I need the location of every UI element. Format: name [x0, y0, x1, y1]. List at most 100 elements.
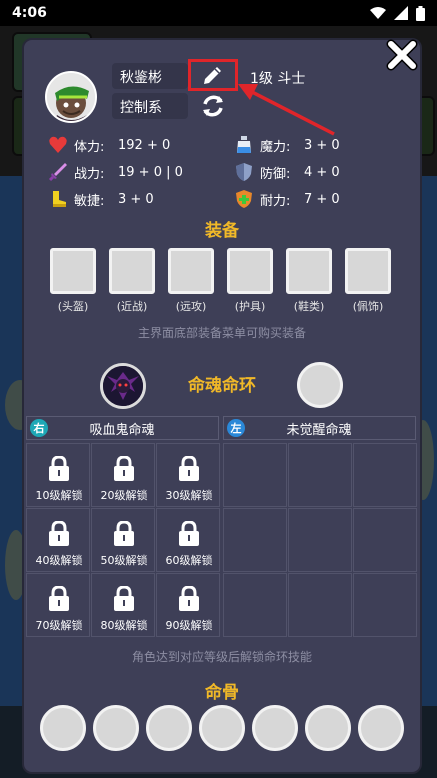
stat-label: 魔力: — [260, 139, 291, 155]
right-soul-name: 吸血鬼命魂 — [89, 422, 155, 438]
boot-icon — [53, 191, 66, 207]
empty-skill-cell — [353, 573, 417, 637]
slot-label-shoes: (鞋类) — [293, 300, 325, 313]
locked-skill-cell[interactable]: 40级解锁 — [26, 508, 90, 572]
lock-icon — [179, 521, 199, 546]
empty-skill-cell — [223, 443, 287, 507]
stat-value: 7 + 0 — [304, 191, 340, 207]
empty-skill-cell — [353, 508, 417, 572]
unlock-level-label: 90级解锁 — [165, 619, 213, 632]
lock-icon — [49, 586, 69, 611]
lock-icon — [114, 456, 134, 481]
equipment-slot-helmet[interactable] — [50, 248, 96, 294]
stat-label: 体力: — [74, 139, 105, 155]
equipment-slot-melee[interactable] — [109, 248, 155, 294]
locked-skill-cell[interactable]: 80级解锁 — [91, 573, 155, 637]
status-time: 4:06 — [12, 5, 47, 21]
equipment-hint: 主界面底部装备菜单可购买装备 — [137, 326, 306, 340]
endurance-shield-icon — [236, 190, 252, 208]
equipment-slot-ranged[interactable] — [168, 248, 214, 294]
stat-value: 3 + 0 — [304, 137, 340, 153]
locked-skill-cell[interactable]: 90级解锁 — [156, 573, 220, 637]
locked-skill-cell[interactable]: 30级解锁 — [156, 443, 220, 507]
stat-label: 敏捷: — [74, 193, 105, 209]
stat-label: 耐力: — [260, 193, 291, 209]
character-avatar[interactable] — [45, 71, 97, 123]
unlock-level-label: 30级解锁 — [165, 489, 213, 502]
unawakened-soul-avatar[interactable] — [297, 362, 343, 408]
soul-bone-slot[interactable] — [199, 705, 245, 751]
locked-skill-cell[interactable]: 60级解锁 — [156, 508, 220, 572]
empty-skill-cell — [223, 508, 287, 572]
locked-skill-cell[interactable]: 20级解锁 — [91, 443, 155, 507]
stat-value: 19 + 0 | 0 — [118, 164, 183, 180]
close-icon[interactable] — [385, 38, 419, 72]
soul-ring-title: 命魂命环 — [188, 376, 256, 396]
locked-skill-cell[interactable]: 70级解锁 — [26, 573, 90, 637]
refresh-icon[interactable] — [199, 92, 227, 120]
stat-hp: 体力: 192 + 0 — [48, 135, 170, 155]
right-badge: 右 — [30, 419, 48, 437]
equipment-title: 装备 — [205, 221, 239, 241]
lock-icon — [114, 521, 134, 546]
stat-combat: 战力: 19 + 0 | 0 — [48, 162, 183, 182]
lock-icon — [179, 456, 199, 481]
slot-label-melee: (近战) — [116, 300, 148, 313]
lock-icon — [49, 521, 69, 546]
heart-icon — [49, 136, 67, 153]
shield-icon — [236, 163, 252, 181]
stat-defense: 防御: 4 + 0 — [234, 162, 340, 182]
unlock-level-label: 60级解锁 — [165, 554, 213, 567]
character-name-field: 秋鉴彬 — [112, 63, 188, 89]
equipment-slot-shoes[interactable] — [286, 248, 332, 294]
stat-mana: 魔力: 3 + 0 — [234, 135, 340, 155]
soul-bone-slot[interactable] — [93, 705, 139, 751]
slot-label-accessory: (佩饰) — [352, 300, 384, 313]
soul-bone-title: 命骨 — [205, 683, 239, 703]
battery-icon — [416, 5, 425, 21]
empty-skill-cell — [288, 443, 352, 507]
sword-icon — [48, 163, 67, 182]
right-soul-header: 右 吸血鬼命魂 — [26, 416, 219, 440]
soul-bone-slot[interactable] — [146, 705, 192, 751]
equipment-slot-accessory[interactable] — [345, 248, 391, 294]
soul-bone-slot[interactable] — [40, 705, 86, 751]
left-soul-header: 左 未觉醒命魂 — [223, 416, 416, 440]
equipment-slot-armor[interactable] — [227, 248, 273, 294]
stat-value: 4 + 0 — [304, 164, 340, 180]
potion-icon — [237, 136, 251, 153]
wifi-icon — [370, 7, 386, 19]
lock-icon — [49, 456, 69, 481]
slot-label-helmet: (头盔) — [57, 300, 89, 313]
locked-skill-cell[interactable]: 10级解锁 — [26, 443, 90, 507]
unlock-level-label: 80级解锁 — [100, 619, 148, 632]
locked-skill-cell[interactable]: 50级解锁 — [91, 508, 155, 572]
unlock-level-label: 70级解锁 — [35, 619, 83, 632]
status-bar: 4:06 — [0, 0, 437, 26]
signal-icon — [394, 6, 408, 20]
character-class-field: 控制系 — [112, 93, 188, 119]
unlock-level-label: 40级解锁 — [35, 554, 83, 567]
stat-value: 3 + 0 — [118, 191, 154, 207]
soul-bone-slot[interactable] — [252, 705, 298, 751]
stat-label: 战力: — [74, 166, 105, 182]
edit-name-button[interactable] — [188, 59, 238, 91]
pencil-icon — [204, 67, 221, 84]
stat-agility: 敏捷: 3 + 0 — [48, 189, 154, 209]
soul-ring-hint: 角色达到对应等级后解锁命环技能 — [131, 650, 312, 664]
slot-label-ranged: (远攻) — [175, 300, 207, 313]
unlock-level-label: 10级解锁 — [35, 489, 83, 502]
left-badge: 左 — [227, 419, 245, 437]
stat-value: 192 + 0 — [118, 137, 171, 153]
stat-endurance: 耐力: 7 + 0 — [234, 189, 340, 209]
empty-skill-cell — [288, 573, 352, 637]
slot-label-armor: (护具) — [234, 300, 266, 313]
left-soul-name: 未觉醒命魂 — [286, 422, 352, 438]
lock-icon — [114, 586, 134, 611]
system-icons — [370, 5, 425, 21]
unlock-level-label: 50级解锁 — [100, 554, 148, 567]
lock-icon — [179, 586, 199, 611]
soul-bone-slot[interactable] — [358, 705, 404, 751]
soul-bone-slot[interactable] — [305, 705, 351, 751]
empty-skill-cell — [353, 443, 417, 507]
